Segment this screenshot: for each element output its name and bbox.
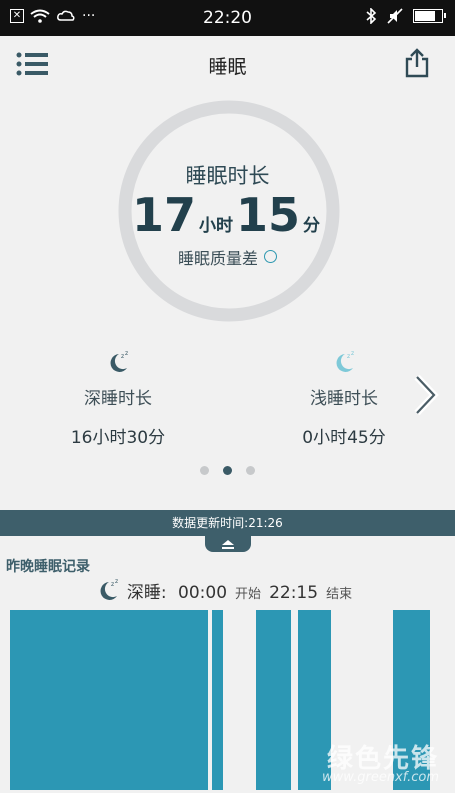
light-sleep-value: 0小时45分: [302, 428, 386, 448]
deep-sleep-label: 深睡时长: [84, 389, 152, 409]
app-header: 睡眠: [0, 36, 455, 92]
minutes-unit: 分: [303, 216, 321, 236]
page-title: 睡眠: [208, 56, 247, 78]
status-bar: ✕ ··· 22:20: [0, 0, 455, 36]
sleep-quality: 睡眠质量差: [0, 245, 455, 269]
end-time: 22:15: [269, 583, 319, 603]
sad-face-icon: [264, 250, 277, 263]
sleep-duration-label: 睡眠时长: [185, 164, 270, 188]
deep-sleep-bar: [10, 610, 208, 790]
deep-sleep-bar: [256, 610, 291, 790]
page-dot[interactable]: [200, 466, 209, 475]
battery-icon: [413, 9, 446, 23]
hours-value: 17: [131, 188, 196, 242]
light-sleep-label: 浅睡时长: [310, 389, 378, 409]
light-sleep-stat: z z 浅睡时长 0小时45分: [264, 350, 424, 448]
light-sleep-moon-icon: z z: [336, 350, 354, 372]
collapse-toggle-button[interactable]: [205, 536, 251, 552]
end-label: 结束: [326, 587, 353, 602]
svg-text:z: z: [111, 581, 114, 588]
page-dot[interactable]: [246, 466, 255, 475]
page-dot-active[interactable]: [223, 466, 232, 475]
mute-icon: [387, 8, 403, 24]
deep-sleep-value: 16小时30分: [70, 428, 166, 448]
watermark-url: www.greenxf.com: [322, 770, 439, 785]
svg-text:z: z: [347, 353, 350, 360]
sleep-quality-text: 睡眠质量差: [177, 249, 258, 268]
svg-text:z: z: [115, 578, 118, 585]
start-label: 开始: [235, 587, 262, 602]
deep-sleep-bar: [212, 610, 223, 790]
bluetooth-icon: [366, 8, 377, 24]
page-indicator: [0, 466, 455, 475]
chevron-right-icon[interactable]: [413, 374, 439, 416]
svg-text:z: z: [121, 353, 124, 360]
sleep-type: 深睡:: [126, 583, 167, 603]
menu-icon[interactable]: [16, 52, 48, 76]
record-title: 昨晚睡眠记录: [6, 559, 90, 575]
update-time-bar: 数据更新时间:21:26: [0, 510, 455, 536]
svg-text:z: z: [351, 350, 354, 357]
svg-text:z: z: [125, 350, 128, 357]
sleep-duration-value: 17 小时15 分: [0, 188, 455, 242]
hours-unit: 小时: [199, 216, 233, 236]
deep-sleep-moon-icon: z z: [110, 350, 128, 372]
record-summary: z z 深睡: 00:00 开始 22:15 结束: [0, 578, 455, 603]
start-time: 00:00: [178, 583, 228, 603]
minutes-value: 15: [236, 188, 301, 242]
moon-icon: z z: [100, 578, 118, 600]
deep-sleep-stat: z z 深睡时长 16小时30分: [38, 350, 198, 448]
share-icon[interactable]: [403, 48, 431, 78]
